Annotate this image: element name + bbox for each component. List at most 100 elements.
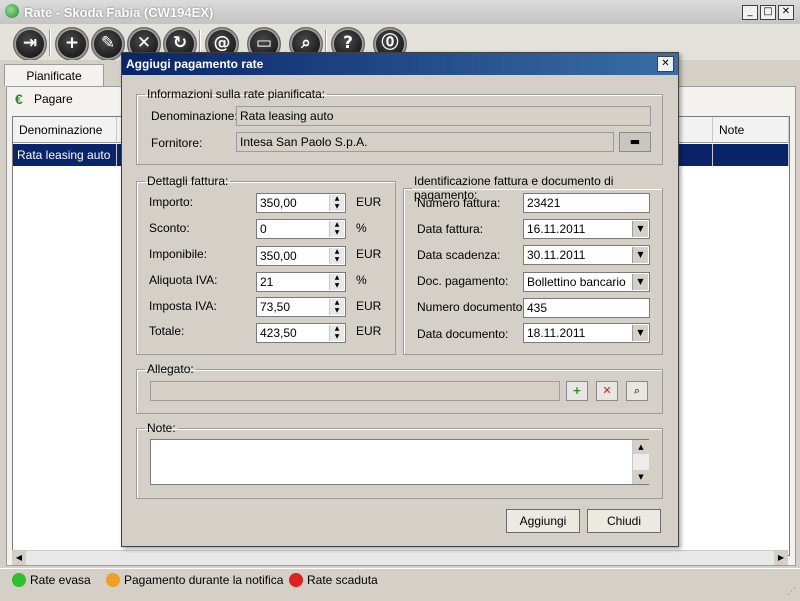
tab-pianificate[interactable]: Pianificate (4, 64, 104, 86)
info-group-legend: Informazioni sulla rate pianificata: (147, 87, 326, 101)
note-group-legend: Note: (147, 421, 176, 435)
print-icon: ▭ (255, 33, 273, 53)
note-textarea[interactable] (150, 439, 649, 485)
column-header-denominazione[interactable]: Denominazione (13, 117, 117, 143)
numero-documento-label: Numero documento: (417, 300, 526, 314)
legend-pagamento-notifica: Pagamento durante la notifica (106, 571, 283, 589)
chevron-down-icon[interactable]: ▼ (632, 221, 648, 237)
totale-spinner[interactable]: ▲ ▼ (329, 325, 344, 341)
scroll-down-icon[interactable]: ▼ (633, 470, 649, 484)
remove-attachment-icon[interactable]: ✕ (596, 381, 618, 401)
red-dot-icon (289, 573, 303, 587)
aliquota-iva-label: Aliquota IVA: (149, 273, 218, 287)
dialog-close-button[interactable]: ✕ (657, 56, 674, 72)
chevron-down-icon[interactable]: ▼ (632, 274, 648, 290)
chevron-down-icon[interactable]: ▼ (632, 247, 648, 263)
importo-unit: EUR (356, 195, 382, 209)
add-icon: + (64, 33, 80, 53)
add-button[interactable]: + (55, 27, 89, 61)
data-fattura-select[interactable]: 16.11.2011 ▼ (523, 219, 650, 239)
importo-spinner[interactable]: ▲ ▼ (329, 195, 344, 211)
totale-label: Totale: (149, 324, 185, 338)
legend-label: Pagamento durante la notifica (124, 573, 284, 587)
imponibile-label: Imponibile: (149, 247, 208, 261)
numero-documento-input[interactable]: 435 (523, 298, 650, 318)
numero-fattura-label: Numero fattura: (417, 196, 501, 210)
chiudi-button[interactable]: Chiudi (587, 509, 661, 533)
resize-grip-icon[interactable]: ⋰ (787, 587, 796, 597)
doc-pagamento-label: Doc. pagamento: (417, 274, 509, 288)
data-scadenza-select[interactable]: 30.11.2011 ▼ (523, 245, 650, 265)
toolbar-separator (49, 30, 51, 56)
note-scrollbar[interactable]: ▲ ▼ (632, 440, 649, 484)
delete-icon: ✕ (136, 33, 152, 53)
column-header-note[interactable]: Note (713, 117, 789, 143)
close-button[interactable]: ✕ (778, 5, 794, 20)
info-icon: ⓪ (381, 33, 399, 53)
status-bar: Rate evasa Pagamento durante la notifica… (0, 568, 800, 601)
add-payment-dialog: Aggiugi pagamento rate ✕ Informazioni su… (121, 52, 679, 547)
data-fattura-label: Data fattura: (417, 222, 484, 236)
scroll-up-icon[interactable]: ▲ (633, 440, 649, 454)
cell-note (713, 144, 789, 166)
data-documento-label: Data documento: (417, 327, 509, 341)
legend-label: Rate scaduta (307, 573, 378, 587)
maximize-button[interactable]: □ (760, 5, 776, 20)
horizontal-scrollbar[interactable]: ◀ ▶ (12, 550, 788, 565)
imposta-iva-label: Imposta IVA: (149, 299, 217, 313)
sconto-unit: % (356, 221, 367, 235)
data-scadenza-label: Data scadenza: (417, 248, 501, 262)
add-attachment-icon[interactable]: + (566, 381, 588, 401)
view-attachment-icon[interactable]: ⌕ (626, 381, 648, 401)
fornitore-label: Fornitore: (151, 136, 203, 150)
aggiungi-button[interactable]: Aggiungi (506, 509, 580, 533)
edit-icon: ✎ (100, 33, 116, 53)
importo-input[interactable]: 350,00 ▲ ▼ (256, 193, 346, 213)
totale-unit: EUR (356, 324, 382, 338)
dialog-titlebar: Aggiugi pagamento rate ✕ (122, 53, 678, 75)
legend-label: Rate evasa (30, 573, 91, 587)
sconto-input[interactable]: 0 ▲ ▼ (256, 219, 346, 239)
scroll-right-icon[interactable]: ▶ (774, 551, 788, 565)
scroll-left-icon[interactable]: ◀ (12, 551, 26, 565)
legend-rate-evasa: Rate evasa (12, 571, 91, 589)
window-title: Rate - Skoda Fabia (CW194EX) (24, 5, 214, 20)
orange-dot-icon (106, 573, 120, 587)
numero-fattura-input[interactable]: 23421 (523, 193, 650, 213)
exit-icon: ⇥ (22, 33, 38, 53)
aliquota-iva-input[interactable]: 21 ▲ ▼ (256, 272, 346, 292)
aliquota-iva-unit: % (356, 273, 367, 287)
allegato-field (150, 381, 560, 401)
cell-denominazione: Rata leasing auto (13, 144, 117, 166)
chevron-down-icon[interactable]: ▼ (632, 325, 648, 341)
dialog-title: Aggiugi pagamento rate (126, 57, 264, 71)
imposta-iva-spinner[interactable]: ▲ ▼ (329, 299, 344, 315)
fornitore-field: Intesa San Paolo S.p.A. (236, 132, 614, 152)
importo-label: Importo: (149, 195, 194, 209)
euro-icon: € (15, 91, 23, 107)
exit-button[interactable]: ⇥ (13, 27, 47, 61)
refresh-icon: ↻ (172, 33, 188, 53)
legend-rate-scaduta: Rate scaduta (289, 571, 378, 589)
imposta-iva-input[interactable]: 73,50 ▲ ▼ (256, 297, 346, 317)
email-icon: @ (213, 33, 231, 53)
minimize-button[interactable]: _ (742, 5, 758, 20)
doc-pagamento-select[interactable]: Bollettino bancario ▼ (523, 272, 650, 292)
imponibile-input[interactable]: 350,00 ▲ ▼ (256, 246, 346, 266)
fornitore-select-button: ▬ (619, 132, 651, 152)
sconto-spinner[interactable]: ▲ ▼ (329, 221, 344, 237)
imponibile-spinner[interactable]: ▲ ▼ (329, 248, 344, 264)
pagare-button[interactable]: € Pagare (12, 89, 73, 109)
allegato-group-legend: Allegato: (147, 362, 194, 376)
edit-button[interactable]: ✎ (91, 27, 125, 61)
help-icon: ? (343, 33, 353, 53)
imponibile-unit: EUR (356, 247, 382, 261)
imposta-iva-unit: EUR (356, 299, 382, 313)
denominazione-field: Rata leasing auto (236, 106, 651, 126)
info-group: Informazioni sulla rate pianificata: (136, 87, 663, 165)
data-documento-select[interactable]: 18.11.2011 ▼ (523, 323, 650, 343)
totale-input[interactable]: 423,50 ▲ ▼ (256, 323, 346, 343)
aliquota-iva-spinner[interactable]: ▲ ▼ (329, 274, 344, 290)
window-titlebar: Rate - Skoda Fabia (CW194EX) _ □ ✕ (0, 0, 800, 25)
sconto-label: Sconto: (149, 221, 190, 235)
